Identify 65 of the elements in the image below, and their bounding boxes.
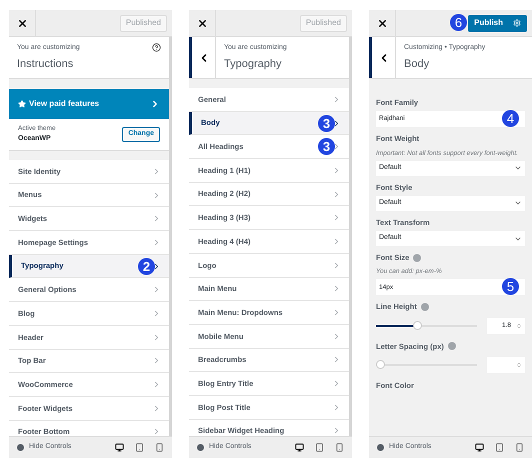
chevron-icon [152,332,161,342]
number-badge: 4 [502,110,519,128]
slider[interactable] [376,321,477,330]
tablet-icon[interactable] [495,443,504,452]
chevron-icon [332,332,341,341]
chevron-icon [332,402,341,412]
close-icon [196,18,208,28]
star-icon [18,100,26,108]
chevron-icon [332,213,341,222]
chevron-icon [152,190,161,200]
chevron-icon [332,190,341,199]
chevron-icon [332,260,341,270]
collapse-icon [17,444,24,451]
close-icon [376,18,388,28]
number-field[interactable] [487,356,525,373]
chevron-icon [152,262,161,271]
number-badge: 3 [318,114,335,132]
tablet-icon[interactable] [315,443,324,452]
chevron-icon [332,379,341,388]
chevron-icon [150,99,160,109]
slider-thumb[interactable] [376,360,385,370]
chevron-icon [332,355,341,364]
chevron-icon [152,380,161,390]
paid-features-button[interactable]: View paid features [9,89,169,119]
back-button[interactable] [189,37,216,78]
scrollbar[interactable] [169,37,172,436]
chevron-icon [332,94,341,104]
desktop-icon[interactable] [475,443,484,452]
header-title: Body [404,56,430,72]
collapse-icon [197,444,204,451]
header-title: Instructions [17,56,74,72]
chevron-icon [332,142,341,152]
slider-thumb[interactable] [412,321,422,330]
number-badge: 6 [450,14,467,30]
desktop-icon[interactable] [295,443,304,452]
chevron-icon [152,285,161,294]
number-badge: 3 [318,138,335,156]
chevron-icon [152,356,161,366]
chevron-icon [332,118,341,128]
chevron-icon [152,308,161,318]
number-badge: 5 [502,278,519,296]
publish-button[interactable]: Publish [468,14,527,32]
scrollbar[interactable] [349,37,352,436]
close-icon [16,18,28,28]
chevron-icon [152,404,161,413]
collapse-icon [377,444,384,451]
header-title: Typography [224,56,282,72]
chevron-icon [332,236,341,246]
chevron-icon [332,284,341,294]
phone-icon[interactable] [155,443,164,452]
chevron-icon [152,427,161,436]
chevron-icon [152,166,161,176]
chevron-icon [332,426,341,436]
tablet-icon[interactable] [135,443,144,452]
number-badge: 2 [138,258,155,275]
chevron-icon [152,214,161,224]
phone-icon[interactable] [515,443,524,452]
chevron-icon [152,238,161,247]
back-button[interactable] [369,37,396,78]
slider[interactable] [376,360,477,370]
chevron-icon [332,166,341,175]
phone-icon[interactable] [335,443,344,452]
desktop-icon[interactable] [115,443,124,452]
settings-icon [513,19,521,27]
chevron-icon [332,308,341,318]
